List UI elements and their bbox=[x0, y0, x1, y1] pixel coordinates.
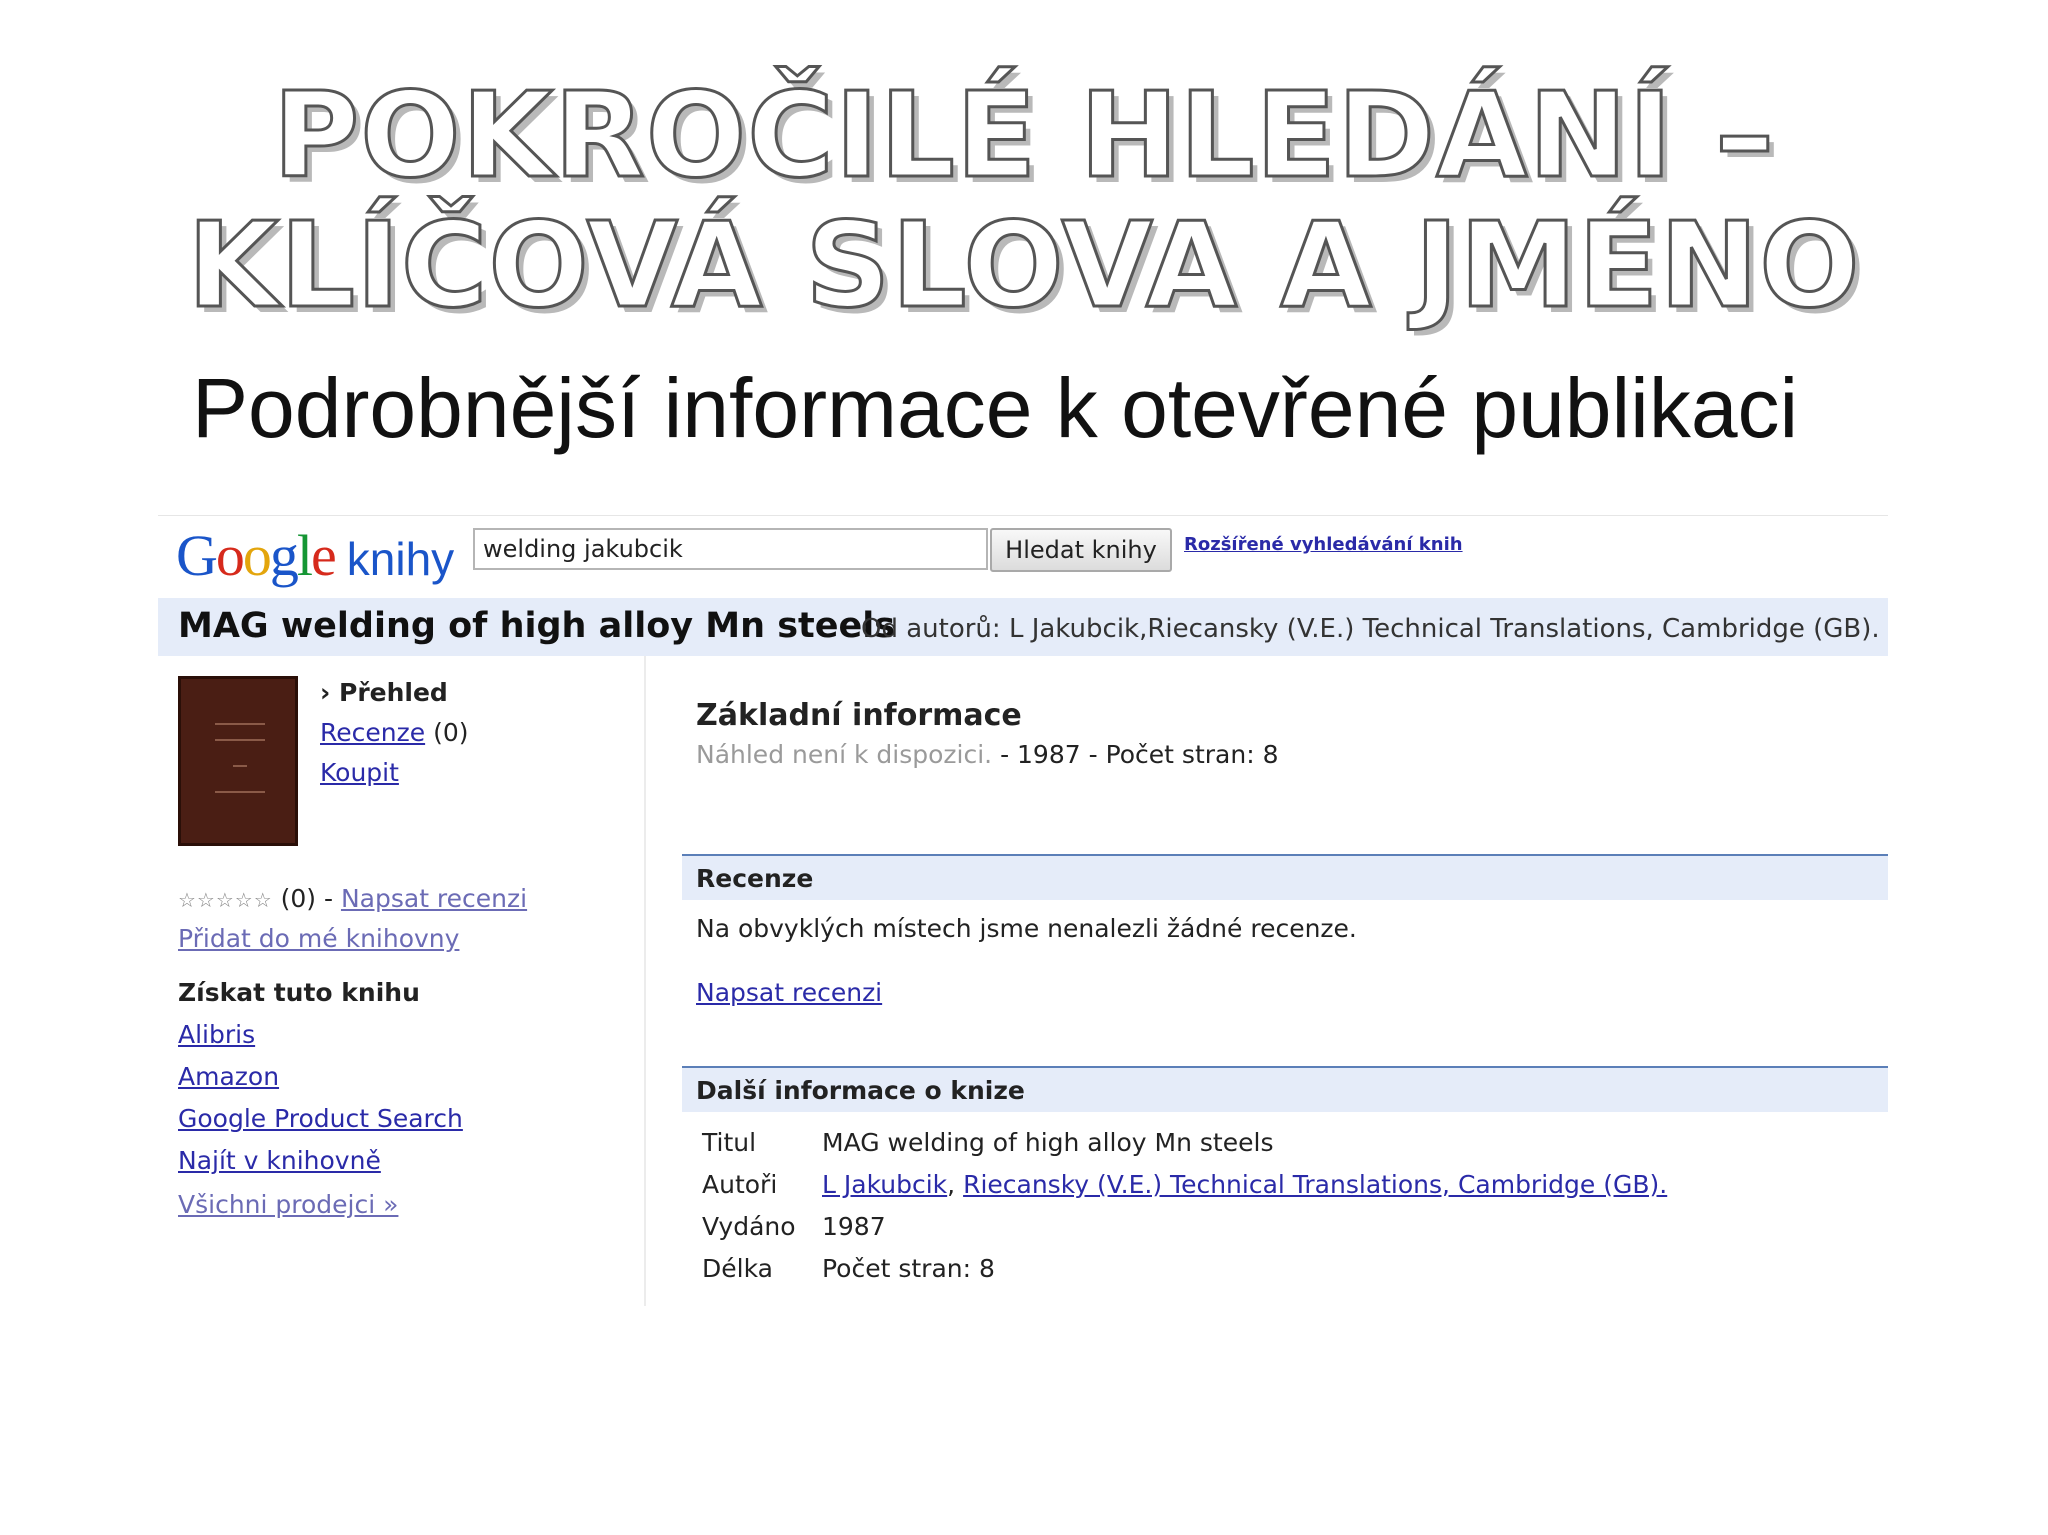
author-link-2[interactable]: Riecansky (V.E.) Technical Translations,… bbox=[963, 1170, 1667, 1199]
basic-info-line: Náhled není k dispozici. - 1987 - Počet … bbox=[696, 740, 1278, 769]
basic-info-heading: Základní informace bbox=[696, 698, 1022, 733]
info-value-length: Počet stran: 8 bbox=[822, 1254, 995, 1283]
seller-item: Alibris bbox=[178, 1020, 255, 1049]
rating-row: ☆☆☆☆☆ (0) - Napsat recenzi bbox=[178, 884, 527, 913]
info-label-title: Titul bbox=[702, 1128, 757, 1157]
basic-info-meta: - 1987 - Počet stran: 8 bbox=[1000, 740, 1279, 769]
sidebar-overview[interactable]: › Přehled bbox=[320, 678, 448, 707]
cover-line bbox=[215, 791, 265, 793]
google-books-screenshot: Googleknihy Hledat knihy Rozšířené vyhle… bbox=[158, 515, 1888, 1306]
seller-item: Amazon bbox=[178, 1062, 279, 1091]
info-label-authors: Autoři bbox=[702, 1170, 778, 1199]
book-title: MAG welding of high alloy Mn steels bbox=[178, 606, 896, 646]
add-library: Přidat do mé knihovny bbox=[178, 924, 459, 953]
seller-item: Google Product Search bbox=[178, 1104, 463, 1133]
advanced-search-link[interactable]: Rozšířené vyhledávání knih bbox=[1184, 534, 1463, 555]
reviews-section-bar: Recenze bbox=[682, 854, 1888, 900]
sidebar-buy-link[interactable]: Koupit bbox=[320, 758, 399, 787]
more-info-heading: Další informace o knize bbox=[696, 1076, 1025, 1105]
author-link-1[interactable]: L Jakubcik bbox=[822, 1170, 947, 1199]
sidebar-write-review-link[interactable]: Napsat recenzi bbox=[341, 884, 527, 913]
rating-count: (0) - bbox=[280, 884, 333, 913]
main-write-review-link[interactable]: Napsat recenzi bbox=[696, 978, 882, 1007]
seller-link-library[interactable]: Najít v knihovně bbox=[178, 1146, 381, 1175]
search-button[interactable]: Hledat knihy bbox=[990, 528, 1172, 572]
seller-item: Najít v knihovně bbox=[178, 1146, 381, 1175]
sidebar-reviews-count: (0) bbox=[433, 718, 469, 747]
slide-title-line-2: KLÍČOVÁ SLOVA A JMÉNO bbox=[186, 196, 1861, 334]
search-input[interactable] bbox=[473, 528, 988, 570]
sidebar-buy: Koupit bbox=[320, 758, 399, 787]
more-info-section-bar: Další informace o knize bbox=[682, 1066, 1888, 1112]
book-byline: Od autorů: L Jakubcik,Riecansky (V.E.) T… bbox=[861, 614, 1880, 644]
get-book-heading: Získat tuto knihu bbox=[178, 978, 420, 1007]
seller-link-amazon[interactable]: Amazon bbox=[178, 1062, 279, 1091]
info-value-published: 1987 bbox=[822, 1212, 886, 1241]
rating-stars-icon[interactable]: ☆☆☆☆☆ bbox=[178, 888, 273, 912]
seller-link-alibris[interactable]: Alibris bbox=[178, 1020, 255, 1049]
column-divider bbox=[644, 656, 646, 1306]
preview-unavailable: Náhled není k dispozici. bbox=[696, 740, 993, 769]
slide-title-line-1: POKROČILÉ HLEDÁNÍ – bbox=[271, 66, 1776, 204]
info-value-authors: L Jakubcik, Riecansky (V.E.) Technical T… bbox=[822, 1170, 1667, 1199]
author-separator: , bbox=[947, 1170, 956, 1199]
seller-link-google-product-search[interactable]: Google Product Search bbox=[178, 1104, 463, 1133]
cover-line bbox=[215, 723, 265, 725]
info-label-published: Vydáno bbox=[702, 1212, 796, 1241]
info-value-title: MAG welding of high alloy Mn steels bbox=[822, 1128, 1274, 1157]
info-label-length: Délka bbox=[702, 1254, 773, 1283]
cover-line bbox=[233, 765, 247, 767]
reviews-section-heading: Recenze bbox=[696, 864, 814, 893]
add-to-library-link[interactable]: Přidat do mé knihovny bbox=[178, 924, 459, 953]
logo-knihy: knihy bbox=[346, 533, 455, 585]
all-sellers: Všichni prodejci » bbox=[178, 1190, 398, 1219]
cover-line bbox=[215, 739, 265, 741]
all-sellers-link[interactable]: Všichni prodejci » bbox=[178, 1190, 398, 1219]
book-title-bar: MAG welding of high alloy Mn steels Od a… bbox=[158, 598, 1888, 656]
google-books-logo[interactable]: Google knihy bbox=[176, 522, 454, 589]
sidebar-reviews-link[interactable]: Recenze bbox=[320, 718, 425, 747]
sidebar-reviews: Recenze (0) bbox=[320, 718, 468, 747]
book-cover-image[interactable] bbox=[178, 676, 298, 846]
slide-title: POKROČILÉ HLEDÁNÍ – KLÍČOVÁ SLOVA A JMÉN… bbox=[0, 66, 2048, 334]
no-reviews-text: Na obvyklých místech jsme nenalezli žádn… bbox=[696, 914, 1357, 943]
main-write-review: Napsat recenzi bbox=[696, 978, 882, 1007]
slide-subtitle: Podrobnější informace k otevřené publika… bbox=[192, 361, 1799, 455]
